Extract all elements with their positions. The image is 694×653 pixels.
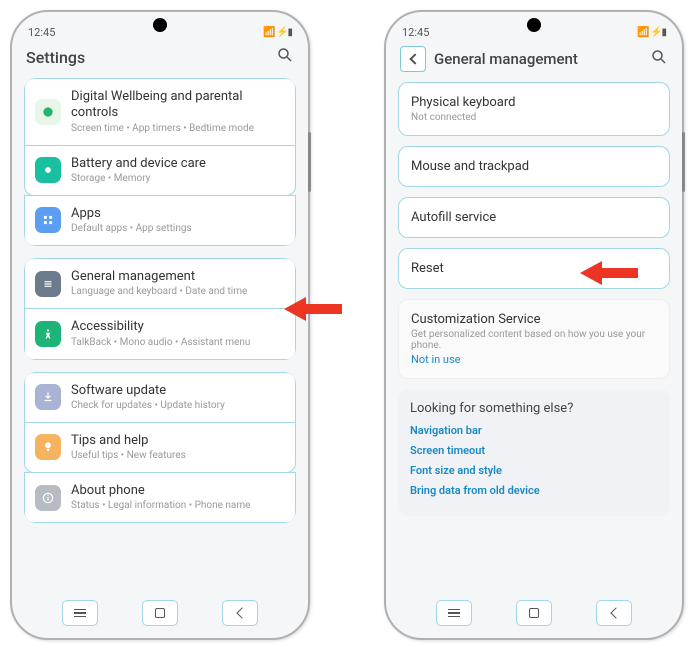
camera-notch — [527, 18, 541, 32]
settings-item-tips[interactable]: Tips and help Useful tips • New features — [24, 422, 296, 473]
nav-bar — [392, 594, 676, 628]
item-title: Apps — [71, 206, 192, 222]
settings-list: Digital Wellbeing and parental controls … — [18, 78, 302, 594]
item-title: Physical keyboard — [411, 95, 657, 110]
item-sub: Default apps • App settings — [71, 222, 192, 235]
item-title: Software update — [71, 383, 225, 399]
nav-home-button[interactable] — [142, 600, 178, 626]
search-icon[interactable] — [276, 46, 294, 68]
item-sub: Screen time • App timers • Bedtime mode — [71, 122, 285, 135]
general-icon — [35, 271, 61, 297]
about-icon — [35, 485, 61, 511]
nav-bar — [18, 594, 302, 628]
item-title: About phone — [71, 483, 250, 499]
phone-general-management: 12:45 📶 ⚡▮ General management Physical k… — [384, 10, 684, 640]
item-sub: Status • Legal information • Phone name — [71, 499, 250, 512]
gm-item-mouse-trackpad[interactable]: Mouse and trackpad — [398, 146, 670, 187]
nav-back-button[interactable] — [222, 600, 258, 626]
item-sub: Language and keyboard • Date and time — [71, 285, 247, 298]
tips-icon — [35, 434, 61, 460]
nav-recent-button[interactable] — [62, 600, 98, 626]
item-title: Battery and device care — [71, 156, 206, 172]
item-title: Accessibility — [71, 319, 250, 335]
item-sub: Useful tips • New features — [71, 449, 186, 462]
settings-item-wellbeing[interactable]: Digital Wellbeing and parental controls … — [24, 78, 296, 146]
apps-icon — [35, 207, 61, 233]
item-title: General management — [71, 269, 247, 285]
item-sub: Check for updates • Update history — [71, 399, 225, 412]
item-title: Digital Wellbeing and parental controls — [71, 89, 285, 122]
camera-notch — [153, 18, 167, 32]
settings-item-general[interactable]: General management Language and keyboard… — [24, 258, 296, 309]
software-icon — [35, 384, 61, 410]
item-status: Not in use — [411, 353, 657, 366]
settings-item-battery[interactable]: Battery and device care Storage • Memory — [24, 145, 296, 196]
suggestion-link[interactable]: Navigation bar — [410, 424, 658, 437]
status-icons: 📶 ⚡▮ — [637, 27, 666, 38]
status-time: 12:45 — [28, 26, 55, 39]
status-time: 12:45 — [402, 26, 429, 39]
status-icons: 📶 ⚡▮ — [263, 27, 292, 38]
battery-icon — [35, 157, 61, 183]
page-title: General management — [434, 50, 578, 68]
annotation-arrow-general — [284, 297, 344, 321]
page-title: Settings — [26, 48, 85, 67]
suggestion-link[interactable]: Screen timeout — [410, 444, 658, 457]
suggestions-section: Looking for something else? Navigation b… — [398, 389, 670, 516]
nav-home-button[interactable] — [516, 600, 552, 626]
settings-item-accessibility[interactable]: Accessibility TalkBack • Mono audio • As… — [24, 308, 296, 359]
settings-header: Settings — [18, 40, 302, 78]
item-sub: Get personalized content based on how yo… — [411, 329, 657, 351]
gm-item-customization[interactable]: Customization Service Get personalized c… — [398, 299, 670, 379]
chevron-left-icon — [409, 53, 420, 64]
item-title: Autofill service — [411, 210, 657, 225]
suggestion-link[interactable]: Bring data from old device — [410, 484, 658, 497]
phone-settings: 12:45 📶 ⚡▮ Settings Digital Wellbeing an… — [10, 10, 310, 640]
gm-item-autofill[interactable]: Autofill service — [398, 197, 670, 238]
gm-item-physical-keyboard[interactable]: Physical keyboard Not connected — [398, 82, 670, 136]
suggestion-link[interactable]: Font size and style — [410, 464, 658, 477]
item-sub: Not connected — [411, 112, 657, 123]
settings-item-about[interactable]: About phone Status • Legal information •… — [24, 472, 296, 523]
item-sub: TalkBack • Mono audio • Assistant menu — [71, 336, 250, 349]
wellbeing-icon — [35, 99, 61, 125]
nav-recent-button[interactable] — [436, 600, 472, 626]
gm-header: General management — [392, 40, 676, 82]
item-title: Customization Service — [411, 312, 657, 327]
item-sub: Storage • Memory — [71, 172, 206, 185]
suggestions-heading: Looking for something else? — [410, 401, 658, 416]
back-button[interactable] — [400, 46, 426, 72]
accessibility-icon — [35, 321, 61, 347]
search-icon[interactable] — [650, 48, 668, 70]
settings-item-apps[interactable]: Apps Default apps • App settings — [24, 195, 296, 246]
settings-item-software[interactable]: Software update Check for updates • Upda… — [24, 372, 296, 423]
item-title: Tips and help — [71, 433, 186, 449]
item-title: Mouse and trackpad — [411, 159, 657, 174]
gm-list: Physical keyboard Not connected Mouse an… — [392, 82, 676, 594]
nav-back-button[interactable] — [596, 600, 632, 626]
annotation-arrow-reset — [580, 261, 640, 285]
